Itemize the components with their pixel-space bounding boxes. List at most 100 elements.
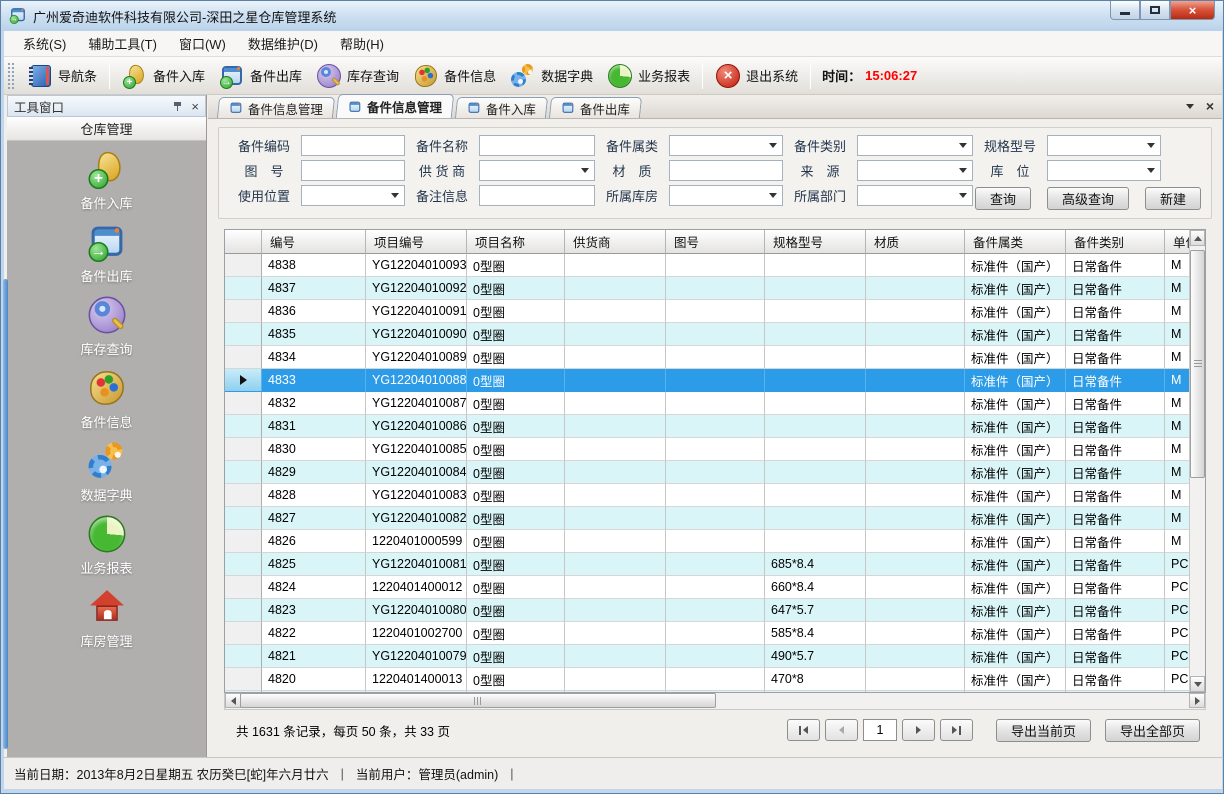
column-header[interactable]: 编号 xyxy=(262,230,366,254)
table-cell xyxy=(666,553,765,576)
menu-item[interactable]: 帮助(H) xyxy=(329,31,395,56)
sidebar-item-gears[interactable]: 数据字典 xyxy=(7,441,206,514)
vertical-scrollbar-thumb[interactable] xyxy=(1190,250,1205,478)
form-button[interactable]: 新建 xyxy=(1145,187,1201,210)
table-row[interactable]: 4829YG122040100840型圈标准件（国产）日常备件M xyxy=(225,461,1189,484)
sidebar-item-bag-in[interactable]: +备件入库 xyxy=(7,149,206,222)
table-row[interactable]: 4837YG122040100920型圈标准件（国产）日常备件M xyxy=(225,277,1189,300)
form-combo[interactable] xyxy=(301,185,405,206)
table-row[interactable]: 4831YG122040100860型圈标准件（国产）日常备件M xyxy=(225,415,1189,438)
toolbar-button[interactable]: 业务报表 xyxy=(600,60,697,92)
toolbar-button[interactable]: +备件入库 xyxy=(115,60,212,92)
column-header[interactable]: 规格型号 xyxy=(765,230,866,254)
column-header[interactable]: 项目编号 xyxy=(366,230,467,254)
form-combo[interactable] xyxy=(1047,160,1161,181)
toolbar-button[interactable]: 导航条 xyxy=(20,60,104,92)
table-row[interactable]: 4835YG122040100900型圈标准件（国产）日常备件M xyxy=(225,323,1189,346)
table-row[interactable]: 482212204010027000型圈585*8.4标准件（国产）日常备件PC xyxy=(225,622,1189,645)
tab-close-icon[interactable]: × xyxy=(1206,100,1214,112)
form-input[interactable] xyxy=(301,160,405,181)
form-input[interactable] xyxy=(301,135,405,156)
table-row[interactable]: 482612204010005990型圈标准件（国产）日常备件M xyxy=(225,530,1189,553)
tab[interactable]: 备件入库 xyxy=(455,97,548,118)
close-button[interactable]: × xyxy=(1170,1,1215,20)
table-row[interactable]: 4832YG122040100870型圈标准件（国产）日常备件M xyxy=(225,392,1189,415)
form-combo[interactable] xyxy=(669,135,783,156)
next-page-button[interactable] xyxy=(902,719,935,741)
form-combo[interactable] xyxy=(857,160,973,181)
column-header[interactable]: 单位 xyxy=(1165,230,1189,254)
scroll-down-button[interactable] xyxy=(1190,676,1205,692)
vertical-scrollbar[interactable] xyxy=(1189,230,1205,692)
toolbar-button[interactable]: 数据字典 xyxy=(503,60,600,92)
tab[interactable]: 备件信息管理 xyxy=(217,97,335,118)
tab-active[interactable]: 备件信息管理 xyxy=(336,94,455,118)
sidebar-item-pie[interactable]: 业务报表 xyxy=(7,514,206,587)
table-row[interactable]: 4830YG122040100850型圈标准件（国产）日常备件M xyxy=(225,438,1189,461)
form-combo[interactable] xyxy=(1047,135,1161,156)
form-button[interactable]: 查询 xyxy=(975,187,1031,210)
minimize-button[interactable] xyxy=(1110,1,1140,20)
sidebar-item-window-out[interactable]: →备件出库 xyxy=(7,222,206,295)
form-input[interactable] xyxy=(479,135,595,156)
toolbar-grip[interactable] xyxy=(8,63,14,89)
form-input[interactable] xyxy=(669,160,783,181)
form-combo[interactable] xyxy=(857,135,973,156)
menu-item[interactable]: 辅助工具(T) xyxy=(77,31,168,56)
column-header[interactable]: 备件类别 xyxy=(1066,230,1165,254)
pin-icon[interactable] xyxy=(172,101,183,112)
previous-page-button[interactable] xyxy=(825,719,858,741)
table-row[interactable]: 4821YG122040100790型圈490*5.7标准件（国产）日常备件PC xyxy=(225,645,1189,668)
column-header[interactable]: 图号 xyxy=(666,230,765,254)
form-combo[interactable] xyxy=(857,185,973,206)
toolbar-button[interactable]: 库存查询 xyxy=(309,60,406,92)
column-header[interactable]: 供货商 xyxy=(565,230,666,254)
table-cell xyxy=(467,691,565,692)
table-row[interactable]: 4827YG122040100820型圈标准件（国产）日常备件M xyxy=(225,507,1189,530)
table-cell: 日常备件 xyxy=(1066,484,1165,507)
last-page-button[interactable] xyxy=(940,719,973,741)
export-current-page-button[interactable]: 导出当前页 xyxy=(996,719,1091,742)
toolbar-button[interactable]: →备件出库 xyxy=(212,60,309,92)
table-row[interactable]: 482412204014000120型圈660*8.4标准件（国产）日常备件PC xyxy=(225,576,1189,599)
form-button[interactable]: 高级查询 xyxy=(1047,187,1129,210)
panel-close-icon[interactable]: × xyxy=(191,101,199,112)
left-edge-scrollbar[interactable] xyxy=(3,279,8,749)
scroll-right-button[interactable] xyxy=(1189,693,1205,708)
sidebar-item-house[interactable]: 库房管理 xyxy=(7,587,206,660)
table-row[interactable]: 4834YG122040100890型圈标准件（国产）日常备件M xyxy=(225,346,1189,369)
toolbar-button[interactable]: ×退出系统 xyxy=(708,60,805,92)
table-row[interactable]: 4823YG122040100800型圈647*5.7标准件（国产）日常备件PC xyxy=(225,599,1189,622)
tab-list-dropdown-icon[interactable] xyxy=(1186,104,1194,109)
table-row[interactable] xyxy=(225,691,1189,692)
toolbar-button[interactable]: 备件信息 xyxy=(406,60,503,92)
form-input[interactable] xyxy=(479,185,595,206)
column-header[interactable]: 材质 xyxy=(866,230,965,254)
maximize-button[interactable] xyxy=(1140,1,1170,20)
column-header[interactable]: 备件属类 xyxy=(965,230,1066,254)
menu-item[interactable]: 系统(S) xyxy=(12,31,77,56)
table-row[interactable]: 482012204014000130型圈470*8标准件（国产）日常备件PC xyxy=(225,668,1189,691)
scroll-left-button[interactable] xyxy=(225,693,241,708)
menu-item[interactable]: 窗口(W) xyxy=(168,31,237,56)
current-page-input[interactable]: 1 xyxy=(863,719,897,741)
document-area: 备件信息管理备件信息管理备件入库备件出库 × 备件编码备件名称备件属类备件类别规… xyxy=(208,95,1222,757)
table-row[interactable]: 4838YG122040100930型圈标准件（国产）日常备件M xyxy=(225,254,1189,277)
sidebar-item-palette[interactable]: 备件信息 xyxy=(7,368,206,441)
tab[interactable]: 备件出库 xyxy=(549,97,642,118)
table-row[interactable]: 4828YG122040100830型圈标准件（国产）日常备件M xyxy=(225,484,1189,507)
horizontal-scrollbar[interactable] xyxy=(224,693,1206,710)
form-combo[interactable] xyxy=(479,160,595,181)
form-combo[interactable] xyxy=(669,185,783,206)
sidebar-item-magnifier[interactable]: 库存查询 xyxy=(7,295,206,368)
column-header[interactable]: 项目名称 xyxy=(467,230,565,254)
table-row[interactable]: 4825YG122040100810型圈685*8.4标准件（国产）日常备件PC xyxy=(225,553,1189,576)
horizontal-scrollbar-thumb[interactable] xyxy=(240,693,716,708)
scroll-up-button[interactable] xyxy=(1190,230,1205,246)
export-all-pages-button[interactable]: 导出全部页 xyxy=(1105,719,1200,742)
table-row-selected[interactable]: 4833YG122040100880型圈标准件（国产）日常备件M xyxy=(225,369,1189,392)
table-row[interactable]: 4836YG122040100910型圈标准件（国产）日常备件M xyxy=(225,300,1189,323)
menu-item[interactable]: 数据维护(D) xyxy=(237,31,329,56)
first-page-button[interactable] xyxy=(787,719,820,741)
table-cell: 标准件（国产） xyxy=(965,576,1066,599)
